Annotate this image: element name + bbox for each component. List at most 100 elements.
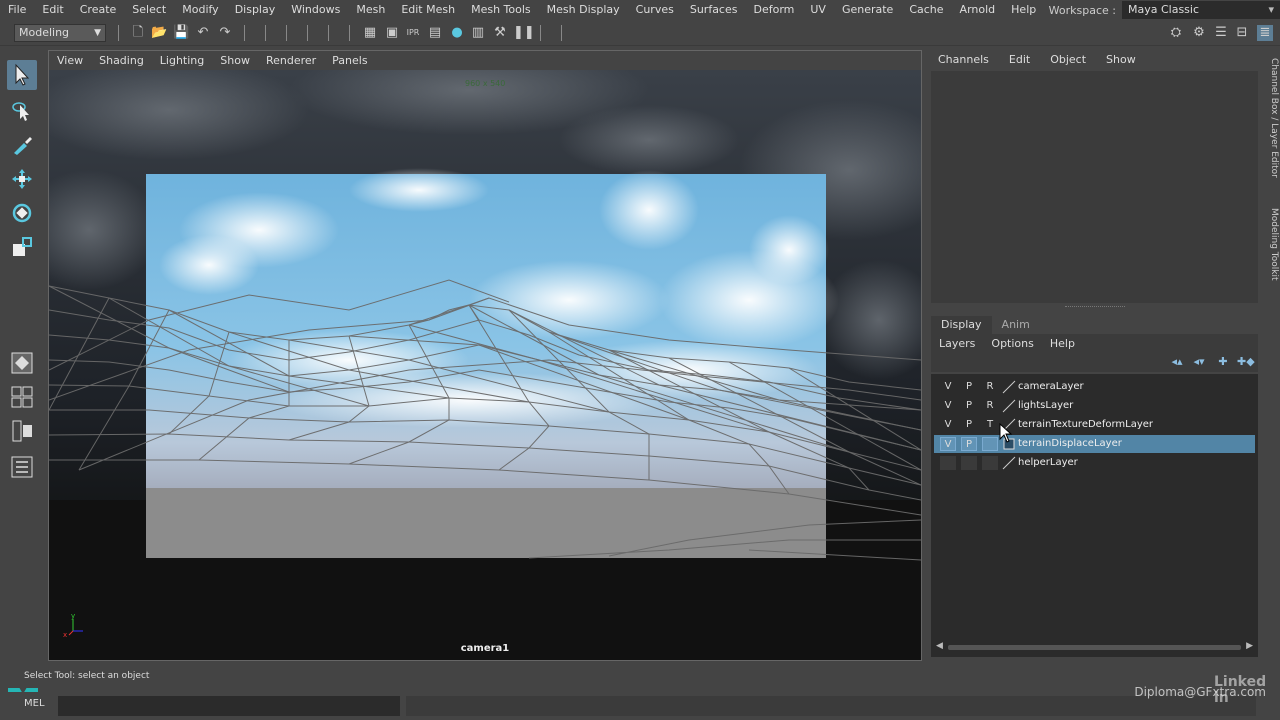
menu-help[interactable]: Help	[1042, 337, 1083, 350]
scroll-right-icon[interactable]: ▶	[1246, 641, 1253, 651]
menu-edit-mesh[interactable]: Edit Mesh	[393, 0, 463, 20]
horizontal-scrollbar[interactable]: ◀ ▶	[934, 641, 1255, 653]
layer-name[interactable]: terrainDisplaceLayer	[1018, 435, 1122, 453]
tab-display[interactable]: Display	[931, 316, 992, 334]
viewport-scene[interactable]	[49, 51, 921, 660]
layer-row[interactable]: V P terrainDisplaceLayer	[934, 435, 1255, 453]
layer-visibility-toggle[interactable]: V	[940, 418, 956, 432]
script-language-toggle[interactable]: MEL	[24, 698, 45, 709]
paint-select-tool-icon[interactable]	[7, 130, 37, 160]
menu-display[interactable]: Display	[227, 0, 284, 20]
layer-visibility-toggle[interactable]: V	[940, 380, 956, 394]
rotate-tool-icon[interactable]	[7, 198, 37, 228]
menu-curves[interactable]: Curves	[628, 0, 682, 20]
single-perspective-view-icon[interactable]	[7, 348, 37, 378]
menu-layers[interactable]: Layers	[931, 337, 983, 350]
render-frame-icon[interactable]: ▣	[384, 25, 400, 41]
scrollbar-thumb[interactable]	[948, 645, 1241, 650]
redo-icon[interactable]: ↷	[217, 25, 233, 41]
layer-display-type-toggle[interactable]: T	[982, 418, 998, 432]
menu-uv[interactable]: UV	[802, 0, 834, 20]
channel-box-menu-object[interactable]: Object	[1040, 53, 1096, 66]
menu-edit[interactable]: Edit	[34, 0, 71, 20]
viewport-menu-panels[interactable]: Panels	[324, 54, 375, 67]
move-tool-icon[interactable]	[7, 164, 37, 194]
pause-icon[interactable]: ❚❚	[513, 25, 535, 41]
layer-playback-toggle[interactable]: P	[961, 437, 977, 451]
viewport-menu-view[interactable]: View	[49, 54, 91, 67]
viewport-menu-shading[interactable]: Shading	[91, 54, 152, 67]
channel-box-menu-channels[interactable]: Channels	[928, 53, 999, 66]
menu-cache[interactable]: Cache	[901, 0, 951, 20]
menu-select[interactable]: Select	[124, 0, 174, 20]
layer-name[interactable]: lightsLayer	[1018, 397, 1073, 415]
new-layer-from-selection-icon[interactable]: ✚◆	[1237, 355, 1255, 369]
hypershade-icon[interactable]: ●	[449, 25, 465, 41]
menu-generate[interactable]: Generate	[834, 0, 901, 20]
layer-visibility-toggle[interactable]: V	[940, 437, 956, 451]
mel-command-input[interactable]	[58, 696, 400, 716]
menu-modify[interactable]: Modify	[174, 0, 226, 20]
tab-modeling-toolkit[interactable]: Modeling Toolkit	[1263, 208, 1279, 281]
tab-channel-box-layer-editor[interactable]: Channel Box / Layer Editor	[1263, 58, 1279, 178]
toggle-xgen-icon[interactable]: ⚒	[492, 25, 508, 41]
new-empty-layer-icon[interactable]: ✚	[1215, 355, 1231, 369]
layer-name[interactable]: helperLayer	[1018, 454, 1078, 472]
menu-arnold[interactable]: Arnold	[952, 0, 1004, 20]
workspace-dropdown[interactable]: Maya Classic ▾	[1122, 1, 1280, 19]
outliner-layout-icon[interactable]	[7, 452, 37, 482]
layer-display-type-toggle[interactable]: R	[982, 399, 998, 413]
render-sequence-icon[interactable]: ▥	[470, 25, 486, 41]
menu-deform[interactable]: Deform	[745, 0, 802, 20]
move-layer-up-icon[interactable]: ◂▴	[1169, 355, 1185, 369]
four-view-layout-icon[interactable]	[7, 382, 37, 412]
tab-anim[interactable]: Anim	[992, 316, 1040, 334]
scroll-left-icon[interactable]: ◀	[936, 641, 943, 651]
open-scene-icon[interactable]: 📂	[151, 25, 167, 41]
render-settings-icon[interactable]: ▦	[362, 25, 378, 41]
save-scene-icon[interactable]: 💾	[173, 25, 189, 41]
render-view-icon[interactable]: ▤	[427, 25, 443, 41]
modeling-toolkit-icon[interactable]: ☰	[1213, 25, 1229, 41]
move-layer-down-icon[interactable]: ◂▾	[1191, 355, 1207, 369]
menu-mesh-display[interactable]: Mesh Display	[539, 0, 628, 20]
lasso-tool-icon[interactable]	[7, 96, 37, 126]
viewport-menu-lighting[interactable]: Lighting	[152, 54, 212, 67]
outliner-icon[interactable]: ⊟	[1234, 25, 1250, 41]
viewport-menu-renderer[interactable]: Renderer	[258, 54, 324, 67]
layer-row[interactable]: V P T terrainTextureDeformLayer	[934, 416, 1255, 434]
undo-icon[interactable]: ↶	[195, 25, 211, 41]
new-scene-icon[interactable]: 🗋	[130, 25, 146, 41]
layer-display-type-toggle[interactable]	[982, 456, 998, 470]
menu-mesh[interactable]: Mesh	[348, 0, 393, 20]
menu-file[interactable]: File	[0, 0, 34, 20]
layer-playback-toggle[interactable]: P	[961, 380, 977, 394]
channel-box-menu-show[interactable]: Show	[1096, 53, 1146, 66]
layer-color-swatch[interactable]	[1002, 380, 1016, 394]
layer-row[interactable]: V P R lightsLayer	[934, 397, 1255, 415]
channel-box-area[interactable]	[931, 71, 1258, 303]
layer-row[interactable]: V P R cameraLayer	[934, 378, 1255, 396]
layer-row[interactable]: helperLayer	[934, 454, 1255, 472]
select-tool-icon[interactable]	[7, 60, 37, 90]
channel-box-icon[interactable]: ≣	[1257, 25, 1273, 41]
tool-settings-icon[interactable]: ⚙	[1191, 25, 1207, 41]
layer-playback-toggle[interactable]	[961, 456, 977, 470]
menu-create[interactable]: Create	[72, 0, 125, 20]
panel-splitter[interactable]	[931, 304, 1258, 310]
menu-surfaces[interactable]: Surfaces	[682, 0, 746, 20]
menu-set-dropdown[interactable]: Modeling ▼	[14, 24, 106, 42]
menu-help[interactable]: Help	[1003, 0, 1044, 20]
scale-tool-icon[interactable]	[7, 232, 37, 262]
ipr-render-icon[interactable]: IPR	[405, 25, 421, 41]
perspective-viewport[interactable]: View Shading Lighting Show Renderer Panels	[48, 50, 922, 661]
menu-options[interactable]: Options	[983, 337, 1041, 350]
menu-mesh-tools[interactable]: Mesh Tools	[463, 0, 539, 20]
layer-name[interactable]: terrainTextureDeformLayer	[1018, 416, 1153, 434]
layer-display-type-toggle[interactable]: R	[982, 380, 998, 394]
channel-box-menu-edit[interactable]: Edit	[999, 53, 1040, 66]
layer-name[interactable]: cameraLayer	[1018, 378, 1084, 396]
layer-visibility-toggle[interactable]: V	[940, 399, 956, 413]
layer-color-swatch[interactable]	[1002, 456, 1016, 470]
layer-display-type-toggle[interactable]	[982, 437, 998, 451]
